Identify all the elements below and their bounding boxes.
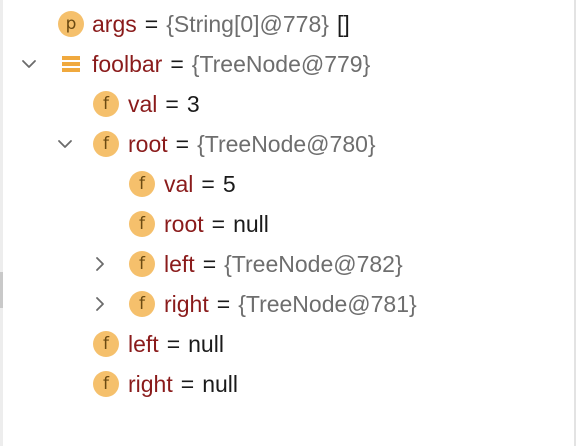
equals-sign: = [216, 290, 231, 317]
variable-name: args [92, 10, 137, 37]
tree-row-label: left = {TreeNode@782} [164, 244, 403, 284]
variable-name: foolbar [92, 50, 163, 77]
variable-name: val [128, 90, 158, 117]
tree-row-left[interactable]: f left = {TreeNode@782} [0, 244, 560, 284]
field-icon: f [93, 131, 119, 157]
tree-row-val[interactable]: f val = 3 [0, 84, 560, 124]
equals-sign: = [144, 10, 159, 37]
tree-row-left[interactable]: f left = null [0, 324, 560, 364]
tree-row-label: val = 5 [164, 164, 236, 204]
chevron-down-icon[interactable] [56, 135, 74, 153]
tree-row-label: right = null [128, 364, 238, 404]
variable-name: right [164, 290, 209, 317]
stack-icon [58, 51, 84, 77]
array-contents: [] [336, 10, 350, 37]
tree-row-label: val = 3 [128, 84, 200, 124]
chevron-right-icon[interactable] [91, 255, 109, 273]
tree-row-label: left = null [128, 324, 224, 364]
variable-value: {TreeNode@779} [191, 50, 371, 77]
variable-name: val [164, 170, 194, 197]
tree-row-root[interactable]: f root = null [0, 204, 560, 244]
param-icon: p [58, 11, 84, 37]
field-icon: f [129, 171, 155, 197]
equals-sign: = [166, 330, 181, 357]
tree-row-label: right = {TreeNode@781} [164, 284, 417, 324]
variable-value: {String[0]@778} [166, 10, 329, 37]
equals-sign: = [202, 250, 217, 277]
field-icon: f [93, 371, 119, 397]
tree-row-label: foolbar = {TreeNode@779} [92, 44, 370, 84]
equals-sign: = [201, 170, 215, 197]
tree-row-val[interactable]: f val = 5 [0, 164, 560, 204]
variable-name: left [164, 250, 195, 277]
equals-sign: = [175, 130, 190, 157]
variable-name: left [128, 330, 159, 357]
variable-name: root [128, 130, 168, 157]
equals-sign: = [180, 370, 195, 397]
field-icon: f [129, 291, 155, 317]
tree-row-label: args = {String[0]@778} [] [92, 4, 350, 44]
variable-value: null [188, 330, 224, 357]
field-icon: f [129, 211, 155, 237]
variable-value: null [202, 370, 238, 397]
variable-value: {TreeNode@780} [197, 130, 376, 157]
tree-row-label: root = null [164, 204, 269, 244]
tree-row-root[interactable]: f root = {TreeNode@780} [0, 124, 560, 164]
equals-sign: = [165, 90, 179, 117]
variable-name: root [164, 210, 204, 237]
field-icon: f [129, 251, 155, 277]
variable-value: {TreeNode@782} [224, 250, 403, 277]
tree-row-args[interactable]: p args = {String[0]@778} [] [0, 4, 560, 44]
equals-sign: = [170, 50, 184, 77]
variable-name: right [128, 370, 173, 397]
tree-row-label: root = {TreeNode@780} [128, 124, 376, 164]
tree-row-foolbar[interactable]: foolbar = {TreeNode@779} [0, 44, 560, 84]
equals-sign: = [211, 210, 226, 237]
chevron-down-icon[interactable] [20, 55, 38, 73]
variable-value: 5 [222, 170, 236, 197]
tree-row-right[interactable]: f right = null [0, 364, 560, 404]
field-icon: f [93, 91, 119, 117]
tree-row-right[interactable]: f right = {TreeNode@781} [0, 284, 560, 324]
variable-value: null [233, 210, 269, 237]
chevron-right-icon[interactable] [91, 295, 109, 313]
field-icon: f [93, 331, 119, 357]
variable-value: {TreeNode@781} [238, 290, 417, 317]
variable-value: 3 [186, 90, 200, 117]
